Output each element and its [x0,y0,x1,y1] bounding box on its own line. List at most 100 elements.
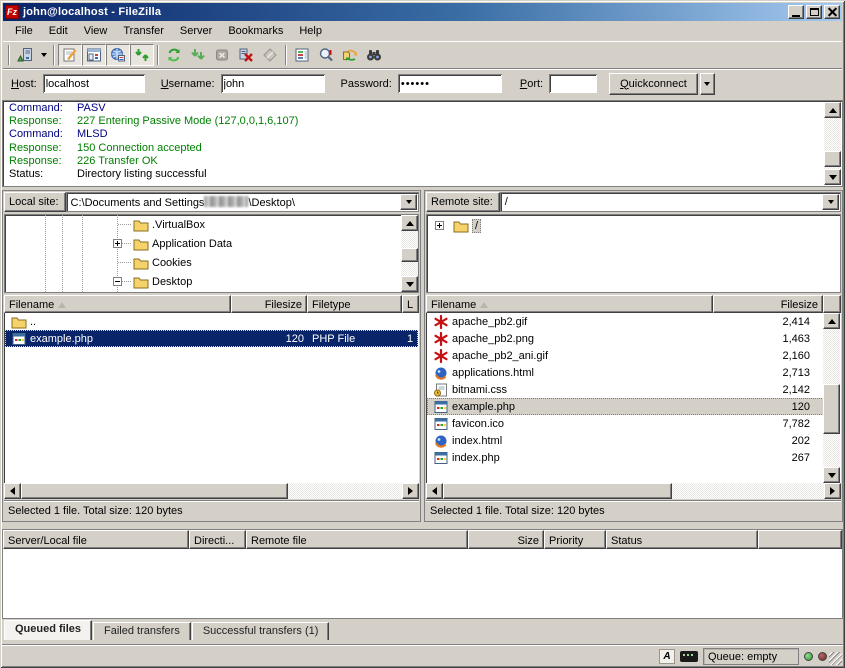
password-input[interactable] [398,74,502,93]
port-input[interactable] [549,74,597,93]
file-row-parent-dir[interactable]: .. [5,313,418,330]
tree-expander-minus[interactable] [113,277,122,286]
scroll-down-button[interactable] [824,169,841,185]
tree-item-application-data[interactable]: Application Data [131,234,232,253]
menu-edit[interactable]: Edit [41,23,76,39]
scroll-up-button[interactable] [823,313,840,329]
remote-list-scrollbar[interactable] [823,313,840,483]
toggle-message-log-button[interactable] [58,44,82,66]
tree-expander-plus[interactable] [113,239,122,248]
scroll-left-button[interactable] [4,483,21,499]
tree-item-desktop[interactable]: Desktop [131,272,192,291]
file-row[interactable]: apache_pb2.png 1,463 [427,330,840,347]
queue-list-empty[interactable] [3,549,842,618]
local-directory-tree[interactable]: .VirtualBox Application Data Cookies Des… [4,214,419,293]
file-row[interactable]: bitnami.css 2,142 [427,381,840,398]
scroll-up-button[interactable] [401,215,418,231]
column-header-status[interactable]: Status [606,530,758,549]
file-row[interactable]: favicon.ico 7,782 [427,415,840,432]
menu-transfer[interactable]: Transfer [115,23,172,39]
message-log[interactable]: Command:PASV Response:227 Entering Passi… [2,100,843,187]
menu-bookmarks[interactable]: Bookmarks [220,23,291,39]
file-row[interactable]: apache_pb2.gif 2,414 [427,313,840,330]
column-header-filesize[interactable]: Filesize [231,295,307,313]
scroll-thumb[interactable] [824,151,841,167]
column-header-size[interactable]: Size [468,530,544,549]
column-header-lastmodified[interactable]: L [402,295,419,313]
quickconnect-dropdown-button[interactable] [700,73,715,95]
disconnect-button[interactable] [234,44,258,66]
data-type-indicator-icon[interactable]: A [659,649,675,664]
local-tree-scrollbar[interactable] [401,215,418,292]
scroll-up-button[interactable] [824,102,841,118]
file-row-selected[interactable]: example.php 120 [427,398,840,415]
tree-item-cookies[interactable]: Cookies [131,253,192,272]
close-button[interactable] [824,5,840,19]
file-row[interactable]: index.html 202 [427,432,840,449]
quickconnect-button[interactable]: Quickconnect [609,73,698,95]
local-file-list[interactable]: .. example.php 120 PHP File 1 [4,313,419,483]
column-header-server-local-file[interactable]: Server/Local file [3,530,189,549]
log-scrollbar[interactable] [824,102,841,185]
tab-successful-transfers[interactable]: Successful transfers (1) [192,622,330,640]
remote-site-dropdown-button[interactable] [822,194,839,210]
site-manager-dropdown-button[interactable] [37,44,50,66]
local-site-path-combo[interactable]: C:\Documents and Settings\Desktop\ [66,192,419,212]
refresh-button[interactable] [162,44,186,66]
remote-directory-tree[interactable]: / [426,214,841,293]
host-input[interactable] [43,74,145,93]
scroll-right-button[interactable] [402,483,419,499]
username-input[interactable] [221,74,325,93]
scroll-thumb[interactable] [21,483,288,499]
scroll-thumb[interactable] [443,483,672,499]
find-files-button[interactable] [362,44,386,66]
toggle-local-tree-button[interactable] [82,44,106,66]
file-row[interactable]: index.php 267 [427,449,840,466]
minimize-button[interactable] [788,5,804,19]
toggle-remote-tree-button[interactable] [106,44,130,66]
site-manager-button[interactable] [13,44,37,66]
scroll-right-button[interactable] [824,483,841,499]
process-queue-button[interactable] [186,44,210,66]
tab-failed-transfers[interactable]: Failed transfers [93,622,191,640]
maximize-button[interactable] [806,5,822,19]
column-header-priority[interactable]: Priority [544,530,606,549]
resize-grip[interactable] [829,652,842,665]
scroll-down-button[interactable] [823,467,840,483]
menu-help[interactable]: Help [291,23,330,39]
remote-hscrollbar[interactable] [426,483,841,499]
menu-view[interactable]: View [76,23,116,39]
column-header-direction[interactable]: Directi... [189,530,246,549]
cancel-operation-button[interactable] [210,44,234,66]
reconnect-button[interactable] [258,44,282,66]
synchronized-browsing-button[interactable] [338,44,362,66]
toggle-transfer-queue-button[interactable] [130,44,154,66]
filter-button[interactable] [290,44,314,66]
column-header-filesize[interactable]: Filesize [713,295,823,313]
menu-file[interactable]: File [7,23,41,39]
scroll-left-button[interactable] [426,483,443,499]
file-row[interactable]: applications.html 2,713 [427,364,840,381]
local-hscrollbar[interactable] [4,483,419,499]
compare-button[interactable] [314,44,338,66]
column-header-remote-file[interactable]: Remote file [246,530,468,549]
file-row-example-php[interactable]: example.php 120 PHP File 1 [5,330,418,347]
column-header-filename[interactable]: Filename [426,295,713,313]
local-site-dropdown-button[interactable] [400,194,417,210]
remote-site-path-combo[interactable]: / [500,192,841,212]
titlebar[interactable]: Fz john@localhost - FileZilla [3,3,842,21]
column-header-filename[interactable]: Filename [4,295,231,313]
tree-item-root[interactable]: / [451,216,481,235]
scroll-thumb[interactable] [823,384,840,434]
tree-expander-plus[interactable] [435,221,444,230]
scroll-thumb[interactable] [401,248,418,262]
remote-file-list[interactable]: apache_pb2.gif 2,414 apache_pb2.png 1,46… [426,313,841,483]
tree-item-virtualbox[interactable]: .VirtualBox [131,215,205,234]
tab-queued-files[interactable]: Queued files [4,620,92,640]
file-row[interactable]: apache_pb2_ani.gif 2,160 [427,347,840,364]
column-header-filetype[interactable]: Filetype [307,295,402,313]
speed-limit-icon[interactable] [680,651,698,662]
app-icon[interactable]: Fz [5,5,19,19]
scroll-down-button[interactable] [401,276,418,292]
menu-server[interactable]: Server [172,23,220,39]
